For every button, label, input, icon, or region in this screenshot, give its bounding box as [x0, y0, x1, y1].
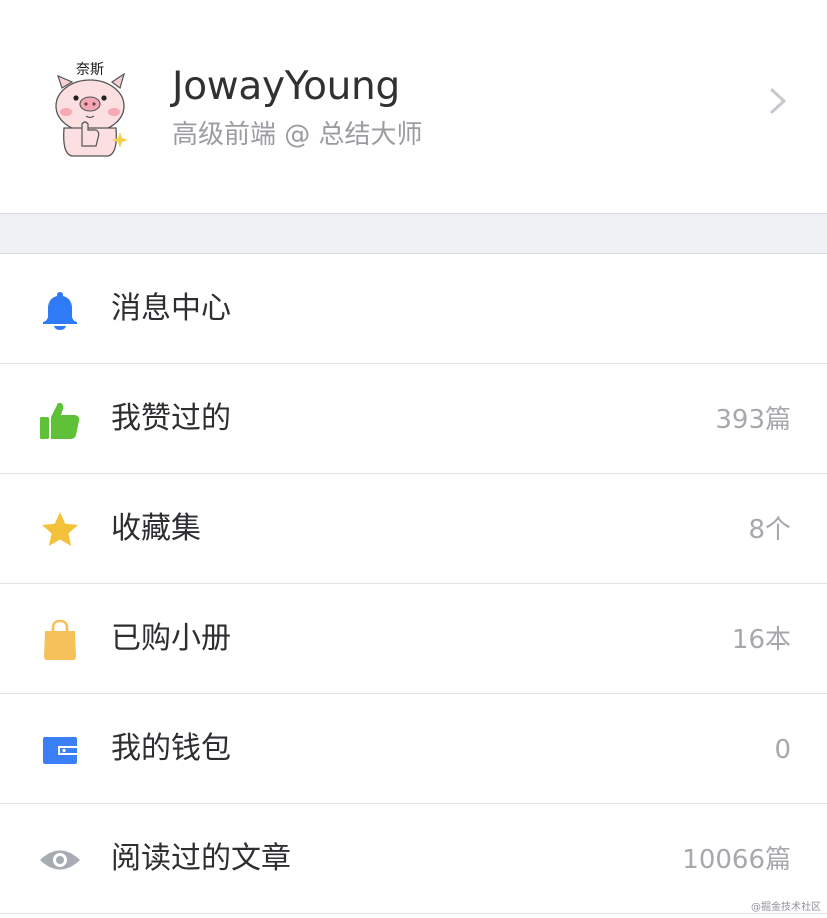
pig-avatar-icon: 奈斯: [55, 62, 128, 157]
user-bio: 高级前端 @ 总结大师: [172, 120, 423, 150]
menu-item-count: 8个: [748, 515, 791, 545]
menu-item-count: 10066篇: [682, 845, 791, 875]
profile-page: 奈斯 JowayYoung 高级前端 @ 总结大师 消息中心 我赞过的 393篇…: [0, 0, 827, 918]
profile-header[interactable]: 奈斯 JowayYoung 高级前端 @ 总结大师: [0, 0, 827, 213]
menu-item-label: 消息中心: [111, 291, 231, 326]
menu-item-purchased-books[interactable]: 已购小册 16本: [0, 584, 827, 694]
bag-icon: [44, 619, 76, 660]
menu-item-label: 收藏集: [111, 511, 201, 546]
watermark: @掘金技术社区: [751, 902, 821, 913]
bell-icon: [43, 292, 77, 330]
section-divider: [0, 213, 827, 254]
chevron-right-icon: [770, 88, 786, 114]
menu-item-read-articles[interactable]: 阅读过的文章 10066篇: [0, 804, 827, 914]
menu-item-collections[interactable]: 收藏集 8个: [0, 474, 827, 584]
menu-item-count: 393篇: [715, 405, 791, 435]
wallet-icon: [43, 737, 77, 764]
menu-item-label: 我的钱包: [111, 731, 231, 766]
menu-item-label: 阅读过的文章: [111, 841, 291, 876]
menu-item-label: 已购小册: [111, 621, 231, 656]
eye-icon: [40, 850, 80, 870]
menu-item-messages[interactable]: 消息中心: [0, 254, 827, 364]
thumbs-up-icon: [40, 402, 80, 439]
menu-item-label: 我赞过的: [111, 401, 231, 436]
menu-item-liked[interactable]: 我赞过的 393篇: [0, 364, 827, 474]
menu-item-wallet[interactable]: 我的钱包 0: [0, 694, 827, 804]
avatar-text: 奈斯: [76, 62, 104, 78]
menu-list: 消息中心 我赞过的 393篇 收藏集 8个 已购小册 16本 我的钱包 0 阅读…: [0, 254, 827, 914]
username: JowayYoung: [172, 64, 400, 109]
menu-item-count: 16本: [731, 625, 791, 655]
menu-item-count: 0: [774, 735, 791, 765]
star-icon: [42, 512, 78, 546]
